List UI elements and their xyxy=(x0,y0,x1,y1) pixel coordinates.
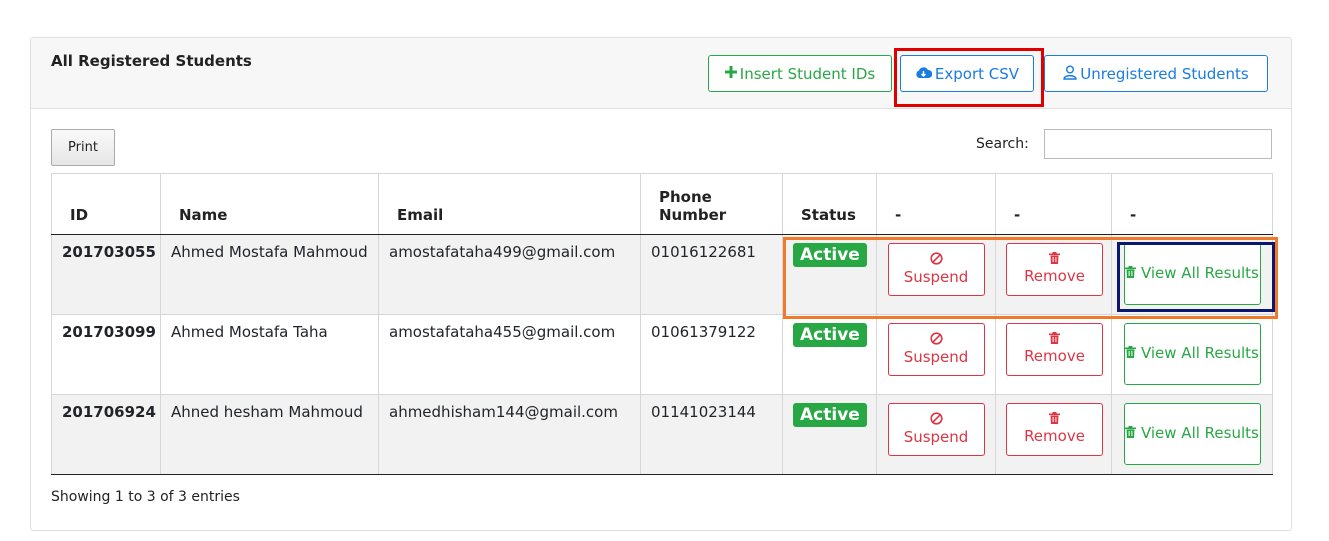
user-icon xyxy=(1063,65,1077,83)
remove-cell: Remove xyxy=(995,394,1112,475)
page-title: All Registered Students xyxy=(51,52,252,70)
ban-icon xyxy=(929,332,943,348)
remove-button[interactable]: Remove xyxy=(1006,403,1103,456)
print-button[interactable]: Print xyxy=(51,129,115,166)
insert-student-ids-button[interactable]: Insert Student IDs xyxy=(708,55,892,92)
trash-icon xyxy=(1125,266,1137,282)
remove-cell: Remove xyxy=(995,234,1112,315)
status-badge: Active xyxy=(793,323,867,348)
column-header-id[interactable]: ID xyxy=(51,173,161,235)
student-name: Ahmed Mostafa Taha xyxy=(160,314,379,395)
column-header-email[interactable]: Email xyxy=(378,173,641,235)
student-phone: 01016122681 xyxy=(640,234,783,315)
status-cell: Active xyxy=(782,314,877,395)
status-badge: Active xyxy=(793,243,867,268)
registered-students-card: All Registered Students Insert Student I… xyxy=(30,37,1292,531)
card-header: All Registered Students Insert Student I… xyxy=(31,38,1291,109)
suspend-button[interactable]: Suspend xyxy=(887,323,985,376)
ban-icon xyxy=(929,252,943,268)
cloud-download-icon xyxy=(915,66,933,82)
student-name: Ahmed Mostafa Mahmoud xyxy=(160,234,379,315)
view-all-results-label: View All Results xyxy=(1140,424,1259,443)
view-all-results-button[interactable]: View All Results xyxy=(1123,403,1261,465)
suspend-cell: Suspend xyxy=(876,234,996,315)
suspend-button[interactable]: Suspend xyxy=(887,403,985,456)
trash-icon xyxy=(1125,426,1137,442)
student-phone: 01061379122 xyxy=(640,314,783,395)
view-all-results-label: View All Results xyxy=(1140,264,1259,283)
column-header-suspend[interactable]: - xyxy=(876,173,996,235)
remove-label: Remove xyxy=(1024,427,1085,446)
student-id: 201703099 xyxy=(51,314,161,395)
student-email: amostafataha455@gmail.com xyxy=(378,314,641,395)
remove-button[interactable]: Remove xyxy=(1006,323,1103,376)
student-email: amostafataha499@gmail.com xyxy=(378,234,641,315)
student-id: 201703055 xyxy=(51,234,161,315)
view-all-results-label: View All Results xyxy=(1140,344,1259,363)
remove-label: Remove xyxy=(1024,267,1085,286)
export-csv-button[interactable]: Export CSV xyxy=(900,55,1034,92)
suspend-label: Suspend xyxy=(903,427,969,446)
view-cell: View All Results xyxy=(1111,394,1273,475)
column-header-name[interactable]: Name xyxy=(160,173,379,235)
search-input[interactable] xyxy=(1044,129,1272,159)
plus-icon xyxy=(724,66,737,81)
view-cell: View All Results xyxy=(1111,314,1273,395)
column-header-status[interactable]: Status xyxy=(782,173,877,235)
suspend-cell: Suspend xyxy=(876,394,996,475)
unregistered-students-label: Unregistered Students xyxy=(1080,64,1249,83)
remove-label: Remove xyxy=(1024,347,1085,366)
student-phone: 01141023144 xyxy=(640,394,783,475)
student-name: Ahned hesham Mahmoud xyxy=(160,394,379,475)
trash-icon xyxy=(1049,332,1060,347)
view-cell: View All Results xyxy=(1111,234,1273,315)
export-csv-label: Export CSV xyxy=(934,64,1020,83)
table-info: Showing 1 to 3 of 3 entries xyxy=(51,489,240,505)
suspend-cell: Suspend xyxy=(876,314,996,395)
view-all-results-text: View All Results xyxy=(1125,424,1259,444)
unregistered-students-button[interactable]: Unregistered Students xyxy=(1044,55,1268,92)
search-label: Search: xyxy=(976,136,1029,152)
student-id: 201706924 xyxy=(51,394,161,475)
view-all-results-button[interactable]: View All Results xyxy=(1123,323,1261,385)
suspend-label: Suspend xyxy=(903,267,969,286)
view-all-results-text: View All Results xyxy=(1125,264,1259,284)
column-header-phone[interactable]: Phone Number xyxy=(640,173,783,235)
insert-student-ids-label: Insert Student IDs xyxy=(739,64,876,83)
status-badge: Active xyxy=(793,403,867,428)
trash-icon xyxy=(1049,412,1060,427)
table-row: 201703099 Ahmed Mostafa Taha amostafatah… xyxy=(51,314,1273,395)
remove-button[interactable]: Remove xyxy=(1006,243,1103,296)
view-all-results-button[interactable]: View All Results xyxy=(1123,243,1261,305)
status-cell: Active xyxy=(782,234,877,315)
suspend-button[interactable]: Suspend xyxy=(887,243,985,296)
trash-icon xyxy=(1125,346,1137,362)
table-row: 201706924 Ahned hesham Mahmoud ahmedhish… xyxy=(51,394,1273,475)
student-email: ahmedhisham144@gmail.com xyxy=(378,394,641,475)
remove-cell: Remove xyxy=(995,314,1112,395)
ban-icon xyxy=(929,412,943,428)
table-header-row: ID Name Email Phone Number Status - - - xyxy=(51,173,1273,235)
suspend-label: Suspend xyxy=(903,347,969,366)
students-table: ID Name Email Phone Number Status - - - … xyxy=(51,173,1273,475)
trash-icon xyxy=(1049,252,1060,267)
table-row: 201703055 Ahmed Mostafa Mahmoud amostafa… xyxy=(51,234,1273,315)
column-header-view[interactable]: - xyxy=(1111,173,1273,235)
status-cell: Active xyxy=(782,394,877,475)
view-all-results-text: View All Results xyxy=(1125,344,1259,364)
column-header-remove[interactable]: - xyxy=(995,173,1112,235)
